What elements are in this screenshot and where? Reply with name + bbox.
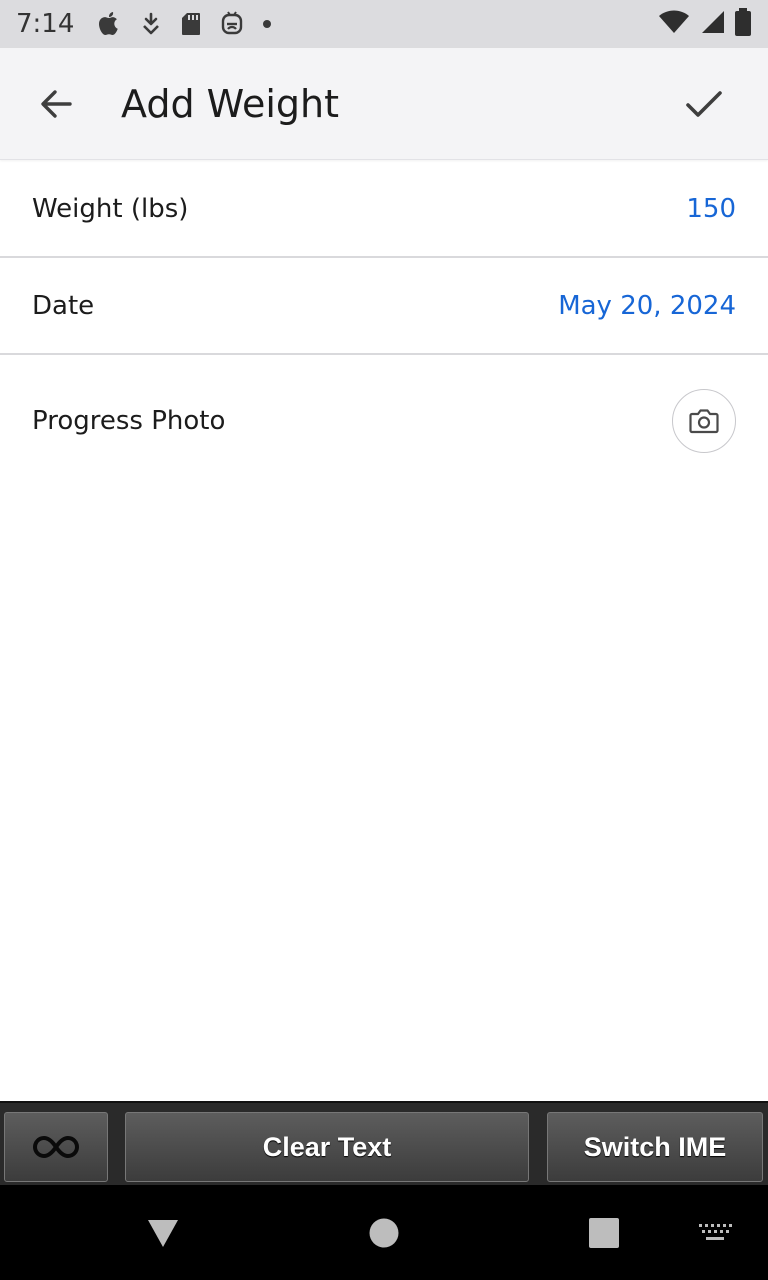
recents-square-icon: [589, 1217, 619, 1248]
signal-icon: [698, 9, 726, 40]
progress-photo-label: Progress Photo: [32, 406, 226, 436]
infinity-icon: [33, 1135, 79, 1159]
clear-text-button[interactable]: Clear Text: [125, 1112, 529, 1182]
weight-row[interactable]: Weight (lbs) 150: [0, 161, 768, 258]
nav-recents-button[interactable]: [572, 1185, 636, 1280]
weight-label: Weight (lbs): [32, 193, 189, 224]
download-icon: [140, 11, 162, 37]
ime-toolbar: Clear Text Switch IME: [0, 1101, 768, 1185]
back-triangle-icon: [148, 1219, 178, 1247]
sd-card-icon: [180, 11, 202, 37]
home-circle-icon: [369, 1218, 399, 1247]
date-label: Date: [32, 290, 95, 321]
status-time: 7:14: [16, 9, 75, 39]
progress-photo-row: Progress Photo: [0, 355, 768, 487]
status-notification-icons: [96, 10, 272, 38]
nav-home-button[interactable]: [352, 1185, 416, 1280]
arrow-left-icon: [41, 89, 72, 118]
apple-icon: [96, 10, 122, 38]
page-title: Add Weight: [121, 81, 340, 126]
keyboard-icon: [699, 1223, 732, 1240]
status-bar: 7:14: [0, 0, 768, 48]
checkmark-icon: [686, 90, 722, 117]
android-icon: [220, 11, 244, 37]
nav-keyboard-button[interactable]: [690, 1185, 740, 1280]
weight-form: Weight (lbs) 150 Date May 20, 2024 Progr…: [0, 161, 768, 487]
camera-icon: [689, 409, 719, 434]
dot-icon: [262, 19, 272, 29]
date-row[interactable]: Date May 20, 2024: [0, 258, 768, 355]
back-button[interactable]: [24, 72, 88, 136]
wifi-icon: [658, 9, 690, 40]
status-system-icons: [658, 7, 752, 42]
ime-loop-button[interactable]: [4, 1112, 108, 1182]
app-bar: Add Weight: [0, 48, 768, 160]
weight-value[interactable]: 150: [686, 194, 736, 224]
battery-icon: [734, 7, 752, 42]
save-button[interactable]: [672, 72, 736, 136]
date-value[interactable]: May 20, 2024: [558, 291, 736, 321]
screen: 7:14 Add Weight Weight (lbs) 150 Date Ma…: [0, 0, 768, 1280]
navigation-bar: [0, 1185, 768, 1280]
switch-ime-button[interactable]: Switch IME: [547, 1112, 763, 1182]
add-photo-button[interactable]: [672, 389, 736, 453]
nav-back-button[interactable]: [131, 1185, 195, 1280]
